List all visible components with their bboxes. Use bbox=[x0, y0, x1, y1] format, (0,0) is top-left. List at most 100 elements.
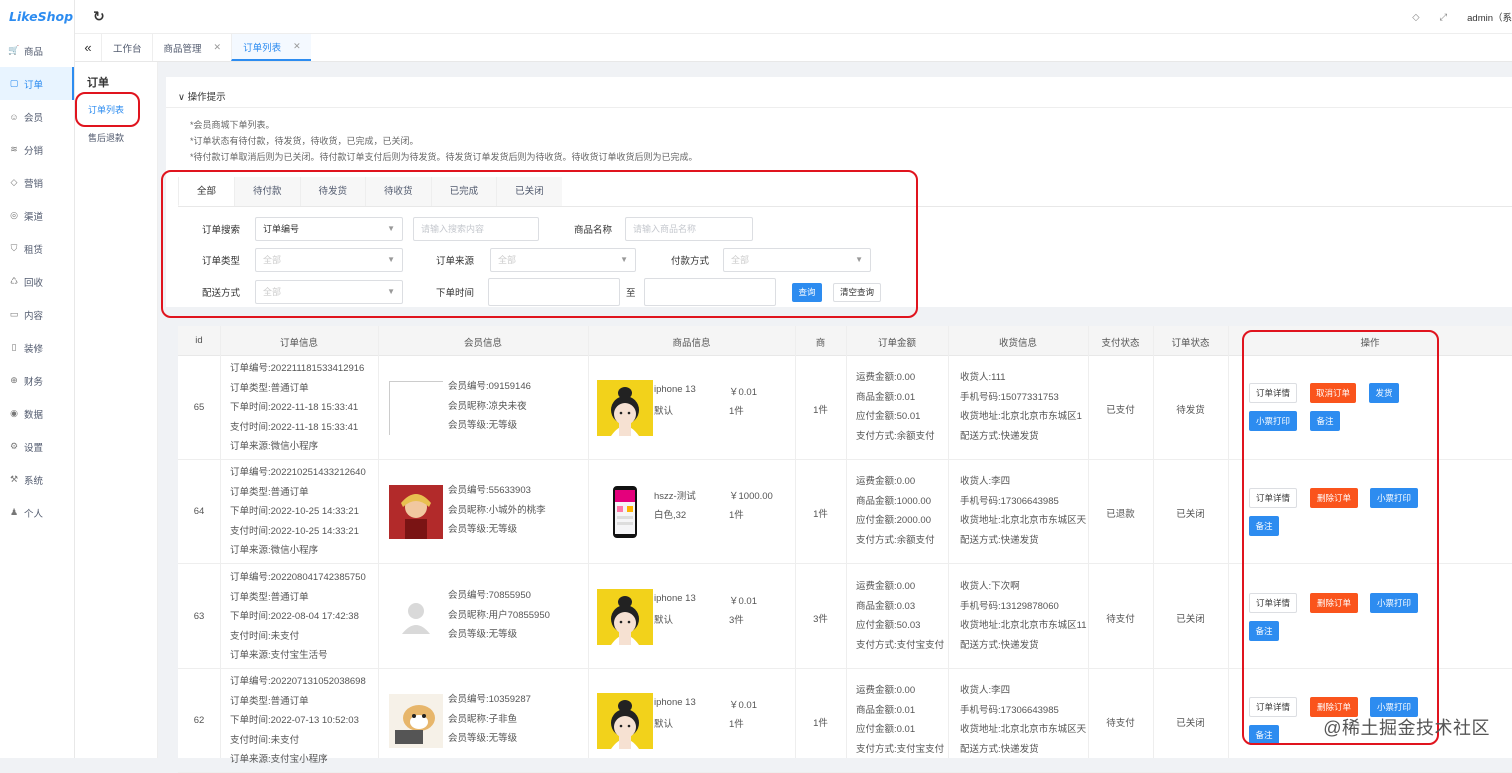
tab-workbench[interactable]: 工作台 bbox=[101, 34, 152, 61]
sidebar-item-13[interactable]: ⚒系统 bbox=[0, 463, 74, 496]
sidebar-item-2[interactable]: ☺ 会员 bbox=[0, 100, 74, 133]
subnav-item-refund[interactable]: 售后退款 bbox=[75, 124, 157, 152]
hint-toggle[interactable]: ∨ 操作提示 bbox=[178, 89, 226, 103]
item-count: 1件 bbox=[795, 715, 846, 729]
shipping-info-line: 手机号码:13129878060 bbox=[960, 597, 1087, 617]
order-info-line: 支付时间:未支付 bbox=[230, 731, 366, 751]
sidebar-item-12[interactable]: ⚙设置 bbox=[0, 430, 74, 463]
member-info-line: 会员等级:无等级 bbox=[448, 625, 550, 645]
tab-order-list[interactable]: 订单列表 ✕ bbox=[231, 34, 311, 61]
sidebar-item-7[interactable]: ♺回收 bbox=[0, 265, 74, 298]
sidebar-item-label: 数据 bbox=[24, 407, 43, 421]
hint-panel: ∨ 操作提示 *会员商城下单列表。 *订单状态有待付款，待发货，待收货，已完成，… bbox=[166, 77, 1512, 177]
sidebar-item-11[interactable]: ◉ 数据 bbox=[0, 397, 74, 430]
cart-icon: 🛒 bbox=[8, 45, 20, 56]
shipping-info-line: 配送方式:快递发货 bbox=[960, 531, 1086, 551]
sidebar-item-label: 订单 bbox=[24, 77, 43, 91]
close-icon[interactable]: ✕ bbox=[214, 42, 222, 53]
order-amount-line: 支付方式:支付宝支付 bbox=[856, 740, 944, 760]
product-thumbnail bbox=[597, 693, 653, 749]
product-qty: 1件 bbox=[729, 716, 744, 730]
member-info-line: 会员昵称:小城外的桃李 bbox=[448, 501, 546, 521]
item-count: 3件 bbox=[795, 611, 846, 625]
sidebar-item-4[interactable]: ◇营销 bbox=[0, 166, 74, 199]
order-amount-line: 商品金额:0.03 bbox=[856, 597, 944, 617]
user-icon: ☺ bbox=[8, 112, 20, 122]
pay-status: 待支付 bbox=[1088, 715, 1153, 729]
sidebar-item-3[interactable]: ≋分销 bbox=[0, 133, 74, 166]
highlight-box-actions bbox=[1242, 330, 1439, 745]
order-amount-line: 支付方式:支付宝支付 bbox=[856, 636, 944, 656]
product-qty: 3件 bbox=[729, 612, 744, 626]
product-spec: 默认 bbox=[654, 612, 673, 626]
order-status: 待发货 bbox=[1153, 402, 1228, 416]
hint-line: *会员商城下单列表。 bbox=[190, 118, 275, 131]
sidebar-item-14[interactable]: ♟个人 bbox=[0, 496, 74, 529]
order-amount-line: 运费金额:0.00 bbox=[856, 472, 935, 492]
fullscreen-icon[interactable]: ⤢ bbox=[1440, 12, 1448, 23]
tag-icon[interactable]: ◇ bbox=[1412, 12, 1419, 23]
sidebar-item-9[interactable]: ▯装修 bbox=[0, 331, 74, 364]
product-spec: 默认 bbox=[654, 716, 673, 730]
order-info-line: 订单类型:普通订单 bbox=[230, 483, 366, 503]
order-info-line: 订单类型:普通订单 bbox=[230, 692, 366, 712]
order-info-line: 下单时间:2022-08-04 17:42:38 bbox=[230, 607, 366, 627]
order-info: 订单编号:202210251433212640订单类型:普通订单下单时间:202… bbox=[230, 463, 366, 561]
order-info-line: 订单编号:202210251433212640 bbox=[230, 463, 366, 483]
system-icon: ⚒ bbox=[8, 474, 20, 485]
order-amount-line: 应付金额:50.03 bbox=[856, 616, 944, 636]
column-header: 订单状态 bbox=[1153, 335, 1228, 349]
column-header: 订单金额 bbox=[846, 335, 948, 349]
product-price: ￥0.01 bbox=[729, 384, 757, 398]
order-info-line: 订单来源:支付宝生活号 bbox=[230, 646, 366, 666]
order-id: 64 bbox=[178, 506, 220, 517]
shipping-info-line: 收货地址:北京北京市东城区天 bbox=[960, 720, 1086, 740]
member-info-line: 会员昵称:子非鱼 bbox=[448, 710, 531, 730]
order-amount-line: 运费金额:0.00 bbox=[856, 577, 944, 597]
gear-icon: ⚙ bbox=[8, 441, 20, 452]
hint-line: *待付款订单取消后则为已关闭。待付款订单支付后则为待发货。待发货订单发货后则为待… bbox=[190, 150, 698, 163]
order-amount: 运费金额:0.00商品金额:1000.00应付金额:2000.00支付方式:余额… bbox=[856, 472, 935, 550]
shipping-info-line: 配送方式:快递发货 bbox=[960, 427, 1082, 447]
tab-bar: « 工作台 商品管理✕ 订单列表 ✕ bbox=[75, 34, 1512, 62]
member-info: 会员编号:70855950会员昵称:用户70855950会员等级:无等级 bbox=[448, 586, 550, 645]
order-id: 65 bbox=[178, 402, 220, 413]
diamond-icon: ◇ bbox=[8, 177, 20, 188]
sidebar-item-0[interactable]: 🛒商品 bbox=[0, 34, 74, 67]
order-amount-line: 运费金额:0.00 bbox=[856, 681, 944, 701]
item-count: 1件 bbox=[795, 506, 846, 520]
order-amount-line: 运费金额:0.00 bbox=[856, 368, 935, 388]
order-status: 已关闭 bbox=[1153, 611, 1228, 625]
shipping-info-line: 收货人:下次啊 bbox=[960, 577, 1087, 597]
order-info-line: 订单编号:202207131052038698 bbox=[230, 672, 366, 692]
sidebar-item-5[interactable]: ◎渠道 bbox=[0, 199, 74, 232]
shipping-info-line: 手机号码:17306643985 bbox=[960, 492, 1086, 512]
column-header: 商 bbox=[795, 335, 846, 349]
user-menu[interactable]: admin（系 bbox=[1467, 10, 1512, 24]
member-info-line: 会员编号:55633903 bbox=[448, 481, 546, 501]
order-info-line: 订单来源:微信小程序 bbox=[230, 541, 366, 561]
content-icon: ▭ bbox=[8, 309, 20, 320]
order-amount-line: 商品金额:0.01 bbox=[856, 701, 944, 721]
refresh-icon[interactable]: ↻ bbox=[93, 8, 105, 25]
column-header: 支付状态 bbox=[1088, 335, 1153, 349]
order-info-line: 下单时间:2022-07-13 10:52:03 bbox=[230, 711, 366, 731]
tab-label: 订单列表 bbox=[243, 40, 281, 54]
finance-icon: ⊕ bbox=[8, 375, 20, 386]
sidebar-item-1[interactable]: ▢订单 bbox=[0, 67, 74, 100]
member-info-line: 会员昵称:凉央未夜 bbox=[448, 397, 531, 417]
sidebar-item-6[interactable]: ⛉租赁 bbox=[0, 232, 74, 265]
order-info-line: 订单来源:微信小程序 bbox=[230, 437, 364, 457]
data-icon: ◉ bbox=[8, 408, 20, 419]
member-info: 会员编号:09159146会员昵称:凉央未夜会员等级:无等级 bbox=[448, 377, 531, 436]
tab-label: 工作台 bbox=[113, 41, 142, 55]
app-logo[interactable]: LikeShop bbox=[0, 0, 74, 34]
sidebar-item-8[interactable]: ▭内容 bbox=[0, 298, 74, 331]
sidebar-item-10[interactable]: ⊕财务 bbox=[0, 364, 74, 397]
sidebar-item-label: 会员 bbox=[24, 110, 43, 124]
collapse-icon[interactable]: « bbox=[75, 34, 101, 61]
order-amount-line: 商品金额:1000.00 bbox=[856, 492, 935, 512]
sidebar: LikeShop 🛒商品▢订单☺会员≋分销◇营销◎渠道⛉租赁♺回收▭内容▯装修⊕… bbox=[0, 0, 75, 758]
close-icon[interactable]: ✕ bbox=[293, 41, 301, 52]
tab-product-management[interactable]: 商品管理✕ bbox=[152, 34, 232, 61]
